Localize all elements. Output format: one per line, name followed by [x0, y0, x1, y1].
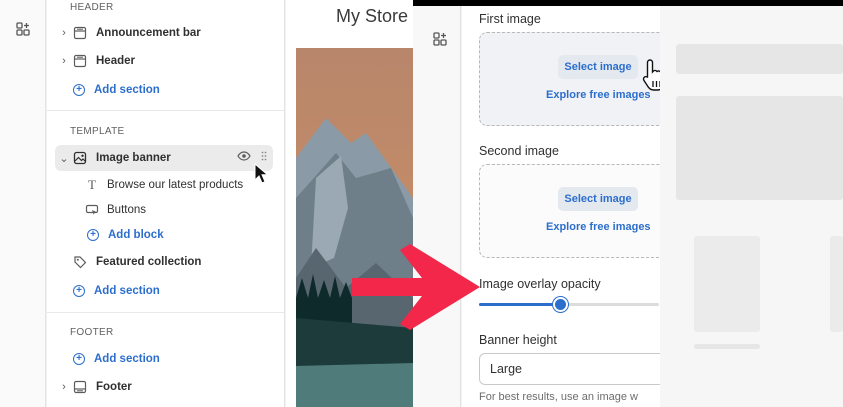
apps-icon[interactable] [16, 22, 30, 36]
eye-icon[interactable] [237, 151, 251, 161]
add-section-label: Add section [94, 285, 160, 297]
chevron-right-icon[interactable]: › [59, 55, 69, 67]
block-label: Browse our latest products [107, 179, 244, 191]
section-image-banner[interactable]: ⌄ Image banner [55, 145, 273, 171]
app-rail [413, 6, 461, 407]
add-section-footer-button[interactable]: + Add section [55, 346, 273, 372]
add-section-label: Add section [94, 84, 160, 96]
section-footer[interactable]: › Footer [55, 374, 273, 400]
first-image-label: First image [479, 12, 541, 26]
section-label: Announcement bar [96, 27, 201, 39]
app-rail [0, 0, 46, 407]
divider [47, 312, 285, 313]
banner-height-label: Banner height [479, 333, 557, 347]
second-image-picker[interactable]: Select image Explore free images [479, 164, 669, 258]
group-title-footer: FOOTER [70, 327, 114, 338]
image-banner-settings: First image Select image Explore free im… [462, 6, 669, 407]
store-preview[interactable]: My Store [286, 0, 413, 407]
header-section-icon [73, 54, 87, 68]
slider-handle[interactable] [553, 297, 568, 312]
add-circle-icon: + [73, 353, 85, 365]
banner-height-select[interactable]: Large [479, 353, 669, 385]
mouse-pointer-icon [254, 163, 269, 184]
theme-editor-screenshot: HEADER › Announcement bar › Header + Add… [0, 0, 413, 407]
first-image-picker[interactable]: Select image Explore free images [479, 32, 669, 126]
section-label: Featured collection [96, 256, 202, 268]
drag-handle-icon[interactable] [261, 151, 267, 161]
add-circle-icon: + [73, 84, 85, 96]
second-image-label: Second image [479, 144, 559, 158]
add-section-label: Add section [94, 353, 160, 365]
section-header[interactable]: › Header [55, 48, 273, 74]
add-block-label: Add block [108, 229, 164, 241]
add-block-button[interactable]: + Add block [79, 222, 279, 248]
image-section-icon [73, 151, 87, 165]
add-circle-icon: + [73, 285, 85, 297]
chevron-right-icon[interactable]: › [59, 381, 69, 393]
group-title-header: HEADER [70, 2, 114, 13]
button-icon [85, 204, 99, 215]
banner-height-help-text: For best results, use an image w [479, 391, 638, 403]
section-label: Image banner [96, 152, 171, 164]
row-actions [237, 151, 267, 161]
explore-free-images-link[interactable]: Explore free images [546, 221, 651, 233]
add-section-template-button[interactable]: + Add section [55, 278, 273, 304]
slider-fill [479, 303, 560, 306]
banner-height-value: Large [490, 362, 522, 376]
group-title-template: TEMPLATE [70, 126, 125, 137]
select-image-button[interactable]: Select image [558, 55, 638, 79]
section-label: Header [96, 55, 135, 67]
zoomed-settings-screenshot: First image Select image Explore free im… [413, 0, 843, 407]
section-featured-collection[interactable]: Featured collection [55, 249, 273, 275]
header-section-icon [73, 26, 87, 40]
red-arrow-annotation [352, 244, 480, 330]
overlay-opacity-slider[interactable] [479, 297, 659, 312]
add-circle-icon: + [87, 229, 99, 241]
divider [47, 110, 285, 111]
store-preview-blurred [660, 6, 843, 407]
chevron-down-icon[interactable]: ⌄ [59, 152, 69, 165]
tag-icon [74, 256, 87, 269]
explore-free-images-link[interactable]: Explore free images [546, 89, 651, 101]
banner-illustration [296, 48, 413, 407]
apps-icon[interactable] [433, 32, 447, 46]
sections-sidebar: HEADER › Announcement bar › Header + Add… [47, 0, 285, 407]
select-image-button[interactable]: Select image [558, 187, 638, 211]
block-buttons[interactable]: Buttons [79, 197, 279, 223]
add-section-header-button[interactable]: + Add section [55, 77, 273, 103]
section-label: Footer [96, 381, 132, 393]
text-icon: T [88, 177, 96, 192]
overlay-opacity-label: Image overlay opacity [479, 277, 601, 291]
section-announcement-bar[interactable]: › Announcement bar [55, 20, 273, 46]
footer-section-icon [73, 380, 87, 394]
store-title: My Store [336, 6, 409, 26]
block-label: Buttons [107, 204, 146, 216]
chevron-right-icon[interactable]: › [59, 27, 69, 39]
block-text[interactable]: T Browse our latest products [79, 172, 279, 198]
